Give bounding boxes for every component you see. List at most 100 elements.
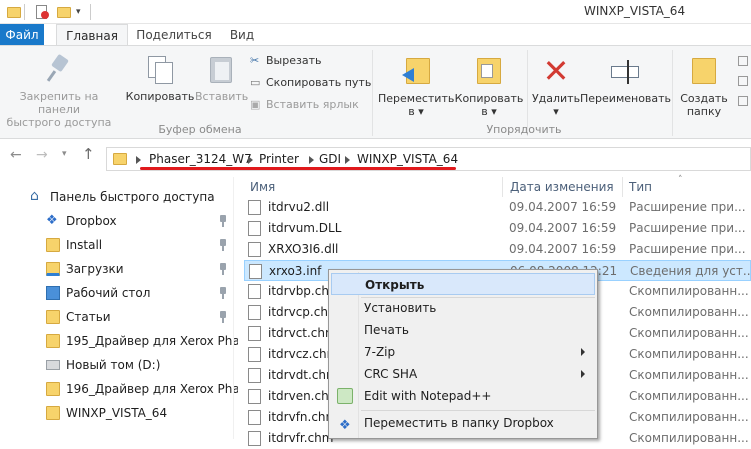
nav-item-label: Статьи (66, 310, 111, 324)
file-icon (249, 264, 262, 279)
pin-icon[interactable] (218, 239, 228, 251)
nav-item-label: Загрузки (66, 262, 124, 276)
copy-path-label: Скопировать путь (266, 76, 372, 89)
menu-item-print[interactable]: Печать (331, 319, 595, 341)
paste-shortcut-button[interactable]: ▣ Вставить ярлык (250, 96, 359, 114)
nav-item[interactable]: WINXP_VISTA_64 (0, 401, 236, 425)
nav-item[interactable]: Рабочий стол (0, 281, 236, 305)
rename-icon (609, 54, 641, 88)
chevron-right-icon[interactable] (248, 156, 253, 164)
cut-button[interactable]: ✂ Вырезать (250, 52, 321, 70)
file-icon (248, 410, 261, 425)
nav-item[interactable]: Install (0, 233, 236, 257)
nav-item[interactable]: Статьи (0, 305, 236, 329)
file-type: Сведения для уст... (630, 264, 751, 278)
delete-label: Удалить ▾ (531, 92, 581, 118)
submenu-arrow-icon (581, 348, 585, 356)
file-name: itdrvum.DLL (268, 221, 342, 235)
nav-item[interactable]: 195_Драйвер для Xerox Phaser (0, 329, 258, 353)
move-to-button[interactable]: Переместить в ▾ (378, 54, 454, 118)
file-icon (248, 221, 261, 236)
chevron-right-icon[interactable] (136, 156, 141, 164)
quick-access-item[interactable]: ⌂ Панель быстрого доступа (0, 185, 236, 209)
chevron-right-icon[interactable] (309, 156, 314, 164)
menu-item-notepad[interactable]: Edit with Notepad++ (331, 385, 595, 407)
move-to-icon (400, 54, 432, 88)
delete-button[interactable]: ✕ Удалить ▾ (528, 54, 584, 118)
dropbox-icon: ❖ (339, 418, 351, 433)
breadcrumb-item[interactable]: Phaser_3124_W7 (149, 152, 252, 166)
tab-home[interactable]: Главная (56, 24, 128, 46)
nav-item[interactable]: Новый том (D:) (0, 353, 236, 377)
pin-to-quick-access-button[interactable]: Закрепить на панели быстрого доступа (4, 53, 114, 129)
ribbon-separator (672, 50, 673, 136)
paste-button[interactable]: Вставить (195, 54, 249, 103)
sort-arrow-icon: ˄ (678, 175, 683, 185)
ribbon-separator (372, 50, 373, 136)
file-type: Расширение при... (629, 242, 746, 256)
tab-file[interactable]: Файл (0, 24, 44, 46)
pin-icon[interactable] (218, 287, 228, 299)
ribbon: Закрепить на панели быстрого доступа Коп… (0, 45, 751, 139)
column-header-date[interactable]: Дата изменения (510, 177, 614, 197)
menu-item-install[interactable]: Установить (331, 297, 595, 319)
up-arrow-icon[interactable]: ↑ (82, 145, 102, 165)
breadcrumb-item[interactable]: GDI (319, 152, 341, 166)
back-arrow-icon[interactable]: ← (10, 147, 30, 167)
organize-group-label: Упорядочить (486, 123, 562, 136)
properties-icon[interactable] (34, 4, 50, 20)
file-type: Скомпилированн... (629, 326, 749, 340)
folder-icon (46, 382, 60, 396)
tab-share[interactable]: Поделиться (136, 24, 212, 46)
column-header-name[interactable]: Имя (250, 177, 275, 197)
copy-to-label-2: в ▾ (481, 105, 497, 118)
new-folder-icon[interactable] (56, 4, 72, 20)
menu-item-crc-sha[interactable]: CRC SHA (331, 363, 595, 385)
menu-item-move-to-dropbox[interactable]: ❖ Переместить в папку Dropbox (331, 412, 595, 434)
pin-icon[interactable] (218, 263, 228, 275)
delete-icon: ✕ (542, 52, 570, 90)
pin-icon[interactable] (218, 215, 228, 227)
copy-path-button[interactable]: ▭ Скопировать путь (250, 74, 371, 92)
file-icon (248, 284, 261, 299)
new-folder-label: Создать (680, 92, 728, 105)
file-row[interactable]: itdrvum.DLL 09.04.2007 16:59 Расширение пр… (244, 218, 751, 239)
paste-label: Вставить (195, 90, 249, 103)
chevron-right-icon[interactable] (345, 156, 350, 164)
menu-item-label: 7-Zip (364, 345, 396, 359)
breadcrumb-item[interactable]: WINXP_VISTA_64 (357, 152, 458, 166)
file-type: Скомпилированн... (629, 410, 749, 424)
menu-item-open[interactable]: Открыть (331, 273, 595, 295)
menu-item-7zip[interactable]: 7-Zip (331, 341, 595, 363)
file-row[interactable]: itdrvu2.dll 09.04.2007 16:59 Расширение пр… (244, 197, 751, 218)
copy-to-label: Копировать (454, 92, 524, 105)
file-type: Скомпилированн... (629, 305, 749, 319)
folder-icon (113, 153, 127, 165)
recent-locations-chevron-icon[interactable]: ▾ (62, 149, 74, 169)
folder-icon (6, 4, 22, 20)
pin-icon[interactable] (218, 311, 228, 323)
copy-to-button[interactable]: Копировать в ▾ (453, 54, 525, 118)
forward-arrow-icon[interactable]: → (36, 147, 56, 167)
new-folder-button[interactable]: Создать папку (676, 54, 732, 118)
menu-item-label: Печать (364, 323, 409, 337)
navigation-bar: ← → ▾ ↑ Phaser_3124_W7 Printer GDI WINXP… (0, 139, 751, 177)
nav-item[interactable]: Загрузки (0, 257, 236, 281)
copy-button[interactable]: Копировать (124, 54, 196, 103)
nav-item-label: Рабочий стол (66, 286, 151, 300)
file-row[interactable]: XRXO3I6.dll 09.04.2007 16:59 Расширение пр… (244, 239, 751, 260)
rename-button[interactable]: Переименовать (580, 54, 671, 105)
file-type: Расширение при... (629, 200, 746, 214)
file-type: Скомпилированн... (629, 368, 749, 382)
menu-item-label: Edit with Notepad++ (364, 389, 492, 403)
file-type: Скомпилированн... (629, 284, 749, 298)
file-name: itdrvfn.chm (268, 410, 338, 424)
nav-item[interactable]: ❖ Dropbox (0, 209, 236, 233)
navigation-pane: ⌂ Панель быстрого доступа ❖ Dropbox Instal… (0, 177, 258, 439)
copy-to-icon (473, 54, 505, 88)
copy-label: Копировать (125, 90, 195, 103)
tab-view[interactable]: Вид (224, 24, 260, 46)
nav-item[interactable]: 196_Драйвер для Xerox Phaser (0, 377, 258, 401)
column-header-type[interactable]: Тип (629, 177, 652, 197)
breadcrumb-item[interactable]: Printer (259, 152, 299, 166)
